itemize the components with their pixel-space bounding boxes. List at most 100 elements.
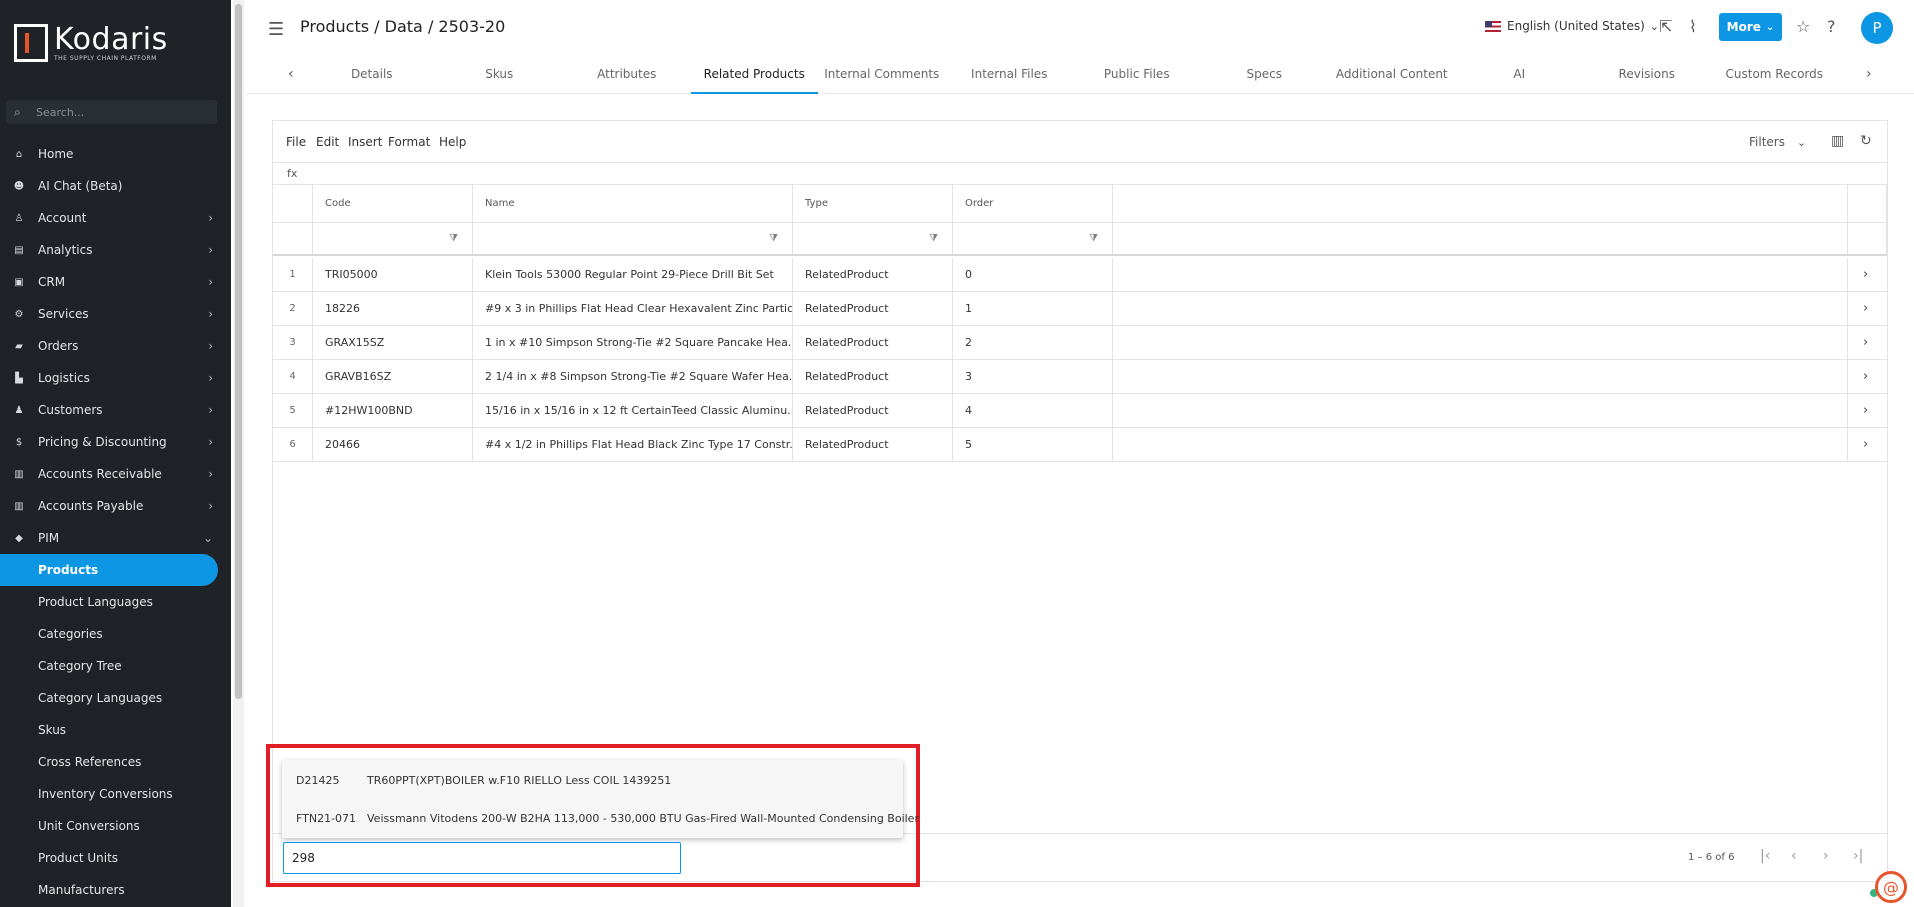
cell-name[interactable]: 15/16 in x 15/16 in x 12 ft CertainTeed … <box>473 394 793 427</box>
cell-order[interactable]: 4 <box>953 394 1113 427</box>
tab-scroll-right-icon[interactable]: › <box>1866 66 1872 82</box>
tab-specs[interactable]: Specs <box>1201 56 1329 94</box>
menu-file[interactable]: File <box>286 135 306 149</box>
sidebar-item-home[interactable]: ⌂ Home <box>0 138 231 170</box>
filters-dropdown[interactable]: Filters ⌄ <box>1749 135 1806 149</box>
tab-related-products[interactable]: Related Products <box>690 56 818 94</box>
tab-details[interactable]: Details <box>308 56 436 94</box>
chevron-right-icon[interactable]: › <box>1863 428 1868 461</box>
column-filter-type[interactable]: ⧩ <box>793 223 953 254</box>
sidebar-subitem-categories[interactable]: Categories <box>0 618 231 650</box>
filter-off-icon[interactable]: ⧩ <box>1089 233 1098 244</box>
table-row[interactable]: 6 20466 #4 x 1/2 in Phillips Flat Head Bla… <box>273 428 1887 462</box>
column-header-code[interactable]: Code <box>313 185 473 222</box>
cell-code[interactable]: GRAX15SZ <box>313 326 473 359</box>
tab-scroll-left-icon[interactable]: ‹ <box>288 66 294 82</box>
column-header-order[interactable]: Order <box>953 185 1113 222</box>
table-row[interactable]: 2 18226 #9 x 3 in Phillips Flat Head Clear… <box>273 292 1887 326</box>
chevron-right-icon[interactable]: › <box>1863 360 1868 393</box>
refresh-icon[interactable]: ↻ <box>1860 133 1872 149</box>
cell-type[interactable]: RelatedProduct <box>793 428 953 461</box>
column-filter-code[interactable]: ⧩ <box>313 223 473 254</box>
cell-type[interactable]: RelatedProduct <box>793 326 953 359</box>
paperclip-icon[interactable]: ⌇ <box>1689 17 1697 36</box>
sidebar-subitem-category-languages[interactable]: Category Languages <box>0 682 231 714</box>
chat-support-icon[interactable]: @ <box>1875 871 1907 903</box>
cell-name[interactable]: #9 x 3 in Phillips Flat Head Clear Hexav… <box>473 292 793 325</box>
cell-name[interactable]: 2 1/4 in x #8 Simpson Strong-Tie #2 Squa… <box>473 360 793 393</box>
menu-format[interactable]: Format <box>388 135 430 149</box>
sidebar-subitem-unit-conversions[interactable]: Unit Conversions <box>0 810 231 842</box>
chevron-right-icon[interactable]: › <box>1863 394 1868 427</box>
sidebar-item-pim[interactable]: ◆ PIM ⌄ <box>0 522 231 554</box>
tab-ai[interactable]: AI <box>1456 56 1584 94</box>
sidebar-subitem-inventory-conversions[interactable]: Inventory Conversions <box>0 778 231 810</box>
sidebar-subitem-cross-references[interactable]: Cross References <box>0 746 231 778</box>
scrollbar-thumb[interactable] <box>235 4 242 699</box>
sidebar-item-pricing-discounting[interactable]: $ Pricing & Discounting › <box>0 426 231 458</box>
cell-code[interactable]: TRI05000 <box>313 258 473 291</box>
kodaris-logo[interactable]: Kodaris THE SUPPLY CHAIN PLATFORM <box>14 24 168 62</box>
sidebar-subitem-category-tree[interactable]: Category Tree <box>0 650 231 682</box>
table-row[interactable]: 3 GRAX15SZ 1 in x #10 Simpson Strong-Tie #… <box>273 326 1887 360</box>
table-row[interactable]: 4 GRAVB16SZ 2 1/4 in x #8 Simpson Strong-T… <box>273 360 1887 394</box>
sidebar-item-accounts-payable[interactable]: ▥ Accounts Payable › <box>0 490 231 522</box>
star-icon[interactable]: ☆ <box>1796 17 1810 36</box>
open-external-icon[interactable]: ⇱ <box>1659 17 1672 36</box>
cell-name[interactable]: Klein Tools 53000 Regular Point 29-Piece… <box>473 258 793 291</box>
sidebar-item-analytics[interactable]: ▤ Analytics › <box>0 234 231 266</box>
related-product-search-input[interactable] <box>283 842 681 874</box>
sidebar-item-accounts-receivable[interactable]: ▥ Accounts Receivable › <box>0 458 231 490</box>
chevron-right-icon[interactable]: › <box>1863 326 1868 359</box>
cell-type[interactable]: RelatedProduct <box>793 292 953 325</box>
sidebar-subitem-product-units[interactable]: Product Units <box>0 842 231 874</box>
sidebar-item-ai-chat-beta[interactable]: ☻ AI Chat (Beta) <box>0 170 231 202</box>
language-selector[interactable]: English (United States) ⌄ <box>1485 19 1659 33</box>
table-row[interactable]: 1 TRI05000 Klein Tools 53000 Regular Point… <box>273 258 1887 292</box>
next-page-icon[interactable]: › <box>1823 848 1829 864</box>
help-icon[interactable]: ? <box>1827 17 1836 36</box>
menu-icon[interactable]: ☰ <box>268 19 284 40</box>
sidebar-item-services[interactable]: ⚙ Services › <box>0 298 231 330</box>
column-filter-name[interactable]: ⧩ <box>473 223 793 254</box>
avatar[interactable]: P <box>1861 12 1893 44</box>
filter-off-icon[interactable]: ⧩ <box>449 233 458 244</box>
tab-custom-records[interactable]: Custom Records <box>1711 56 1839 94</box>
tab-internal-files[interactable]: Internal Files <box>946 56 1074 94</box>
cell-order[interactable]: 3 <box>953 360 1113 393</box>
previous-page-icon[interactable]: ‹ <box>1791 848 1797 864</box>
sidebar-subitem-product-languages[interactable]: Product Languages <box>0 586 231 618</box>
sidebar-item-account[interactable]: ♙ Account › <box>0 202 231 234</box>
first-page-icon[interactable]: |‹ <box>1760 848 1770 864</box>
last-page-icon[interactable]: ›| <box>1853 848 1863 864</box>
cell-code[interactable]: 20466 <box>313 428 473 461</box>
cell-order[interactable]: 1 <box>953 292 1113 325</box>
sidebar-subitem-products[interactable]: Products <box>0 554 218 586</box>
tab-public-files[interactable]: Public Files <box>1073 56 1201 94</box>
columns-icon[interactable]: ▥ <box>1831 133 1844 149</box>
sidebar-item-customers[interactable]: ♟ Customers › <box>0 394 231 426</box>
sidebar-search[interactable]: ⌕ <box>6 100 217 124</box>
menu-edit[interactable]: Edit <box>316 135 339 149</box>
menu-insert[interactable]: Insert <box>348 135 382 149</box>
cell-order[interactable]: 5 <box>953 428 1113 461</box>
more-button[interactable]: More ⌄ <box>1719 13 1782 41</box>
sidebar-scrollbar[interactable] <box>233 0 244 907</box>
filter-off-icon[interactable]: ⧩ <box>929 233 938 244</box>
column-filter-order[interactable]: ⧩ <box>953 223 1113 254</box>
sidebar-item-orders[interactable]: ▰ Orders › <box>0 330 231 362</box>
cell-order[interactable]: 2 <box>953 326 1113 359</box>
sidebar-item-logistics[interactable]: ▙ Logistics › <box>0 362 231 394</box>
cell-code[interactable]: #12HW100BND <box>313 394 473 427</box>
cell-type[interactable]: RelatedProduct <box>793 360 953 393</box>
cell-code[interactable]: GRAVB16SZ <box>313 360 473 393</box>
tab-additional-content[interactable]: Additional Content <box>1328 56 1456 94</box>
tab-revisions[interactable]: Revisions <box>1583 56 1711 94</box>
table-row[interactable]: 5 #12HW100BND 15/16 in x 15/16 in x 12 ft … <box>273 394 1887 428</box>
column-header-name[interactable]: Name <box>473 185 793 222</box>
cell-name[interactable]: 1 in x #10 Simpson Strong-Tie #2 Square … <box>473 326 793 359</box>
cell-code[interactable]: 18226 <box>313 292 473 325</box>
column-header-type[interactable]: Type <box>793 185 953 222</box>
cell-type[interactable]: RelatedProduct <box>793 394 953 427</box>
cell-order[interactable]: 0 <box>953 258 1113 291</box>
